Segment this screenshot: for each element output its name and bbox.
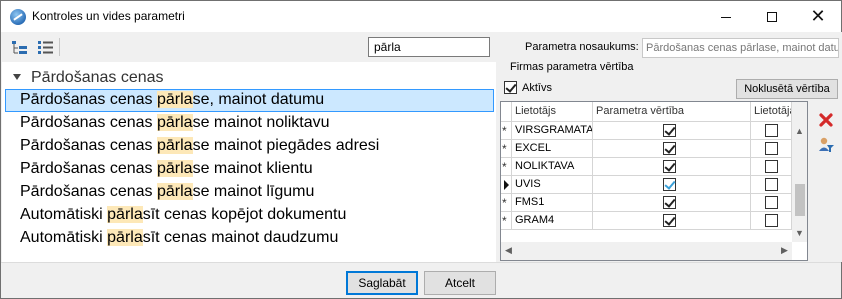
user-value-cell <box>751 176 792 194</box>
scroll-up-icon[interactable]: ▲ <box>795 126 804 136</box>
active-label: Aktīvs <box>522 82 552 94</box>
user-filter-icon[interactable] <box>817 136 835 154</box>
user-value-cell <box>751 158 792 176</box>
column-header-user[interactable]: Lietotājs <box>512 102 593 122</box>
tree-item[interactable]: Automātiski pārlasīt cenas mainot daudzu… <box>5 227 494 250</box>
close-icon: ✕ <box>810 6 826 26</box>
minimize-button[interactable] <box>703 1 749 32</box>
user-value-checkbox[interactable] <box>765 214 778 227</box>
active-checkbox[interactable] <box>504 81 517 94</box>
cancel-button[interactable]: Atcelt <box>424 271 496 295</box>
table-row[interactable]: * GRAM4 <box>501 212 807 230</box>
row-marker: * <box>501 212 512 230</box>
table-row[interactable]: * NOLIKTAVA <box>501 158 807 176</box>
user-value-checkbox[interactable] <box>765 160 778 173</box>
tree-item[interactable]: Pārdošanas cenas pārlase mainot piegādes… <box>5 135 494 158</box>
scroll-left-icon[interactable]: ◀ <box>505 245 512 256</box>
user-value-cell <box>751 140 792 158</box>
scroll-down-icon[interactable]: ▼ <box>795 228 804 238</box>
tree-item[interactable]: Automātiski pārlasīt cenas kopējot dokum… <box>5 204 494 227</box>
param-name-label: Parametra nosaukums: <box>525 41 639 53</box>
search-input[interactable]: pārla <box>368 37 490 57</box>
row-marker: * <box>501 122 512 140</box>
window-title: Kontroles un vides parametri <box>32 9 185 23</box>
list-icon[interactable] <box>37 40 54 55</box>
tree-group-header[interactable]: Pārdošanas cenas <box>2 67 496 89</box>
user-value-cell <box>751 194 792 212</box>
param-value-cell <box>593 194 751 212</box>
row-header-corner <box>501 102 512 122</box>
user-cell[interactable]: UVIS <box>512 176 593 194</box>
user-value-cell <box>751 212 792 230</box>
horizontal-scrollbar[interactable]: ◀ ▶ <box>501 242 792 260</box>
default-value-button[interactable]: Noklusētā vērtība <box>736 79 838 99</box>
user-value-checkbox[interactable] <box>765 178 778 191</box>
scroll-thumb[interactable] <box>795 184 805 216</box>
param-value-checkbox[interactable] <box>663 124 676 137</box>
tree-toolbar: pārla <box>2 32 496 62</box>
tree-expand-icon[interactable] <box>11 40 28 55</box>
param-name-field: Pārdošanas cenas pārlase, mainot datun <box>642 38 839 58</box>
row-marker: * <box>501 140 512 158</box>
tree-item[interactable]: Pārdošanas cenas pārlase, mainot datumu <box>5 89 494 112</box>
user-cell[interactable]: VIRSGRAMATA <box>512 122 593 140</box>
minimize-icon <box>721 17 731 18</box>
parameter-detail-panel: Parametra nosaukums: Pārdošanas cenas pā… <box>498 32 842 262</box>
app-icon <box>10 9 26 25</box>
vertical-scrollbar[interactable]: ▲ ▼ <box>792 102 807 242</box>
param-value-cell <box>593 212 751 230</box>
user-value-checkbox[interactable] <box>765 142 778 155</box>
firm-value-label: Firmas parametra vērtība <box>510 61 634 73</box>
param-value-checkbox[interactable] <box>663 196 676 209</box>
button-bar: Saglabāt Atcelt <box>1 262 841 298</box>
user-cell[interactable]: NOLIKTAVA <box>512 158 593 176</box>
param-value-checkbox[interactable] <box>663 178 676 191</box>
user-values-grid: Lietotājs Parametra vērtība Lietotāja * V… <box>500 101 808 261</box>
row-arrow-icon <box>504 180 509 190</box>
param-value-cell <box>593 158 751 176</box>
scroll-right-icon[interactable]: ▶ <box>781 245 788 256</box>
column-header-user-value[interactable]: Lietotāja <box>751 102 792 122</box>
user-value-checkbox[interactable] <box>765 124 778 137</box>
param-value-cell <box>593 122 751 140</box>
row-marker: * <box>501 194 512 212</box>
column-header-param-value[interactable]: Parametra vērtība <box>593 102 751 122</box>
maximize-icon <box>767 11 777 22</box>
user-value-cell <box>751 122 792 140</box>
user-cell[interactable]: EXCEL <box>512 140 593 158</box>
table-row[interactable]: UVIS <box>501 176 807 194</box>
param-value-cell <box>593 140 751 158</box>
table-row[interactable]: * FMS1 <box>501 194 807 212</box>
save-button[interactable]: Saglabāt <box>346 271 418 295</box>
param-value-cell <box>593 176 751 194</box>
table-row[interactable]: * VIRSGRAMATA <box>501 122 807 140</box>
tree-group-label: Pārdošanas cenas <box>31 69 164 86</box>
tree-item[interactable]: Pārdošanas cenas pārlase mainot noliktav… <box>5 112 494 135</box>
param-value-checkbox[interactable] <box>663 142 676 155</box>
dialog-window: Kontroles un vides parametri ✕ pārla Pār… <box>0 0 842 299</box>
maximize-button[interactable] <box>749 1 795 32</box>
table-row[interactable]: * EXCEL <box>501 140 807 158</box>
toolbar-separator <box>59 38 60 56</box>
title-bar: Kontroles un vides parametri ✕ <box>1 1 841 32</box>
user-cell[interactable]: FMS1 <box>512 194 593 212</box>
param-value-checkbox[interactable] <box>663 160 676 173</box>
parameter-tree-panel: pārla Pārdošanas cenas Pārdošanas cenas … <box>2 32 496 262</box>
tree-item[interactable]: Pārdošanas cenas pārlase mainot līgumu <box>5 181 494 204</box>
close-button[interactable]: ✕ <box>795 1 841 32</box>
current-row-arrow-icon <box>501 176 512 194</box>
tree-item[interactable]: Pārdošanas cenas pārlase mainot klientu <box>5 158 494 181</box>
delete-x-icon[interactable] <box>817 111 835 129</box>
param-value-checkbox[interactable] <box>663 214 676 227</box>
user-value-checkbox[interactable] <box>765 196 778 209</box>
user-cell[interactable]: GRAM4 <box>512 212 593 230</box>
collapse-triangle-icon[interactable] <box>13 74 21 80</box>
row-marker: * <box>501 158 512 176</box>
